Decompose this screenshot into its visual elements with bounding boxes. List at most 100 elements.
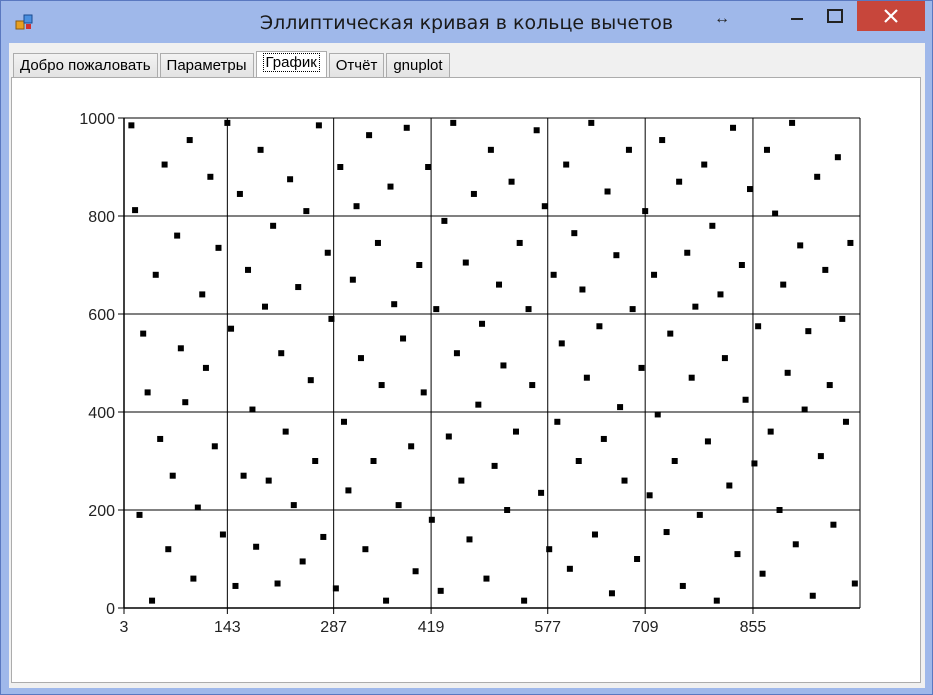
y-tick-label: 600	[88, 307, 115, 324]
data-point	[516, 239, 523, 246]
data-point	[249, 406, 256, 413]
tab-welcome[interactable]: Добро пожаловать	[13, 53, 158, 77]
data-point	[529, 382, 536, 389]
data-point	[839, 315, 846, 322]
data-point	[428, 516, 435, 523]
data-point	[224, 119, 231, 126]
data-point	[199, 291, 206, 298]
data-point	[400, 335, 407, 342]
data-point	[383, 597, 390, 604]
data-point	[466, 536, 473, 543]
data-point	[253, 543, 260, 550]
data-point	[772, 210, 779, 217]
data-point	[328, 315, 335, 322]
data-point	[395, 502, 402, 509]
data-point	[332, 585, 339, 592]
data-point	[265, 477, 272, 484]
data-point	[704, 438, 711, 445]
data-point	[575, 458, 582, 464]
data-point	[190, 575, 197, 582]
data-point	[453, 350, 460, 357]
data-point	[357, 355, 364, 362]
data-point	[307, 377, 314, 384]
data-point	[174, 232, 181, 239]
data-point	[851, 580, 858, 587]
maximize-icon	[827, 9, 843, 23]
data-point	[747, 186, 754, 193]
data-point	[236, 190, 243, 197]
data-point	[814, 173, 821, 180]
data-point	[583, 374, 590, 381]
data-point	[550, 271, 557, 278]
y-tick-label: 0	[106, 601, 115, 618]
data-point	[374, 239, 381, 246]
data-point	[416, 262, 423, 268]
x-tick-label: 709	[632, 619, 659, 636]
data-point	[391, 301, 398, 308]
data-point	[437, 587, 444, 594]
data-point	[563, 161, 570, 168]
data-point	[809, 592, 816, 599]
x-tick-label: 577	[534, 619, 561, 636]
data-point	[634, 556, 641, 562]
data-point	[450, 119, 457, 126]
data-point	[742, 396, 749, 403]
data-point	[211, 443, 218, 450]
data-point	[784, 369, 791, 376]
data-point	[349, 276, 356, 283]
data-point	[776, 507, 783, 513]
data-point	[651, 271, 658, 278]
data-point	[546, 546, 553, 553]
data-point	[132, 207, 139, 214]
app-window: Эллиптическая кривая в кольце вычетов ↔ …	[0, 0, 933, 695]
data-point	[617, 404, 624, 411]
data-point	[588, 119, 595, 126]
data-point	[320, 533, 327, 540]
tab-report[interactable]: Отчёт	[328, 53, 385, 77]
data-point	[483, 575, 490, 582]
close-button[interactable]	[857, 1, 925, 31]
data-point	[232, 582, 239, 589]
data-point	[847, 239, 854, 246]
data-point	[604, 188, 611, 195]
tab-graph[interactable]: График	[255, 51, 327, 77]
tab-parameters[interactable]: Параметры	[159, 53, 254, 77]
data-point	[759, 570, 766, 577]
data-point	[558, 340, 565, 347]
data-point	[470, 190, 477, 197]
data-point	[717, 291, 724, 298]
y-tick-label: 1000	[79, 111, 115, 128]
data-point	[659, 137, 666, 144]
data-point	[340, 418, 347, 425]
data-point	[696, 511, 703, 518]
data-point	[679, 582, 686, 589]
data-point	[608, 590, 615, 597]
data-point	[688, 374, 695, 381]
data-point	[458, 477, 465, 484]
data-point	[144, 389, 151, 396]
data-point	[566, 565, 573, 572]
tab-gnuplot[interactable]: gnuplot	[386, 53, 450, 77]
data-point	[801, 406, 808, 413]
data-point	[136, 511, 143, 518]
data-point	[345, 487, 352, 494]
data-point	[228, 325, 235, 332]
data-point	[433, 306, 440, 313]
y-tick-label: 200	[88, 503, 115, 520]
close-icon	[884, 9, 898, 23]
y-tick-label: 800	[88, 209, 115, 226]
data-point	[596, 323, 603, 330]
data-point	[177, 345, 184, 352]
resize-arrows-icon[interactable]: ↔	[709, 4, 735, 34]
data-point	[805, 328, 812, 335]
maximize-button[interactable]	[813, 1, 857, 31]
title-bar[interactable]: Эллиптическая кривая в кольце вычетов ↔	[1, 1, 932, 43]
data-point	[692, 303, 699, 310]
data-point	[842, 418, 849, 425]
data-point	[646, 492, 653, 499]
data-point	[403, 124, 410, 131]
data-point	[295, 284, 302, 291]
data-point	[629, 306, 636, 313]
data-point	[667, 330, 674, 337]
data-point	[571, 230, 578, 237]
